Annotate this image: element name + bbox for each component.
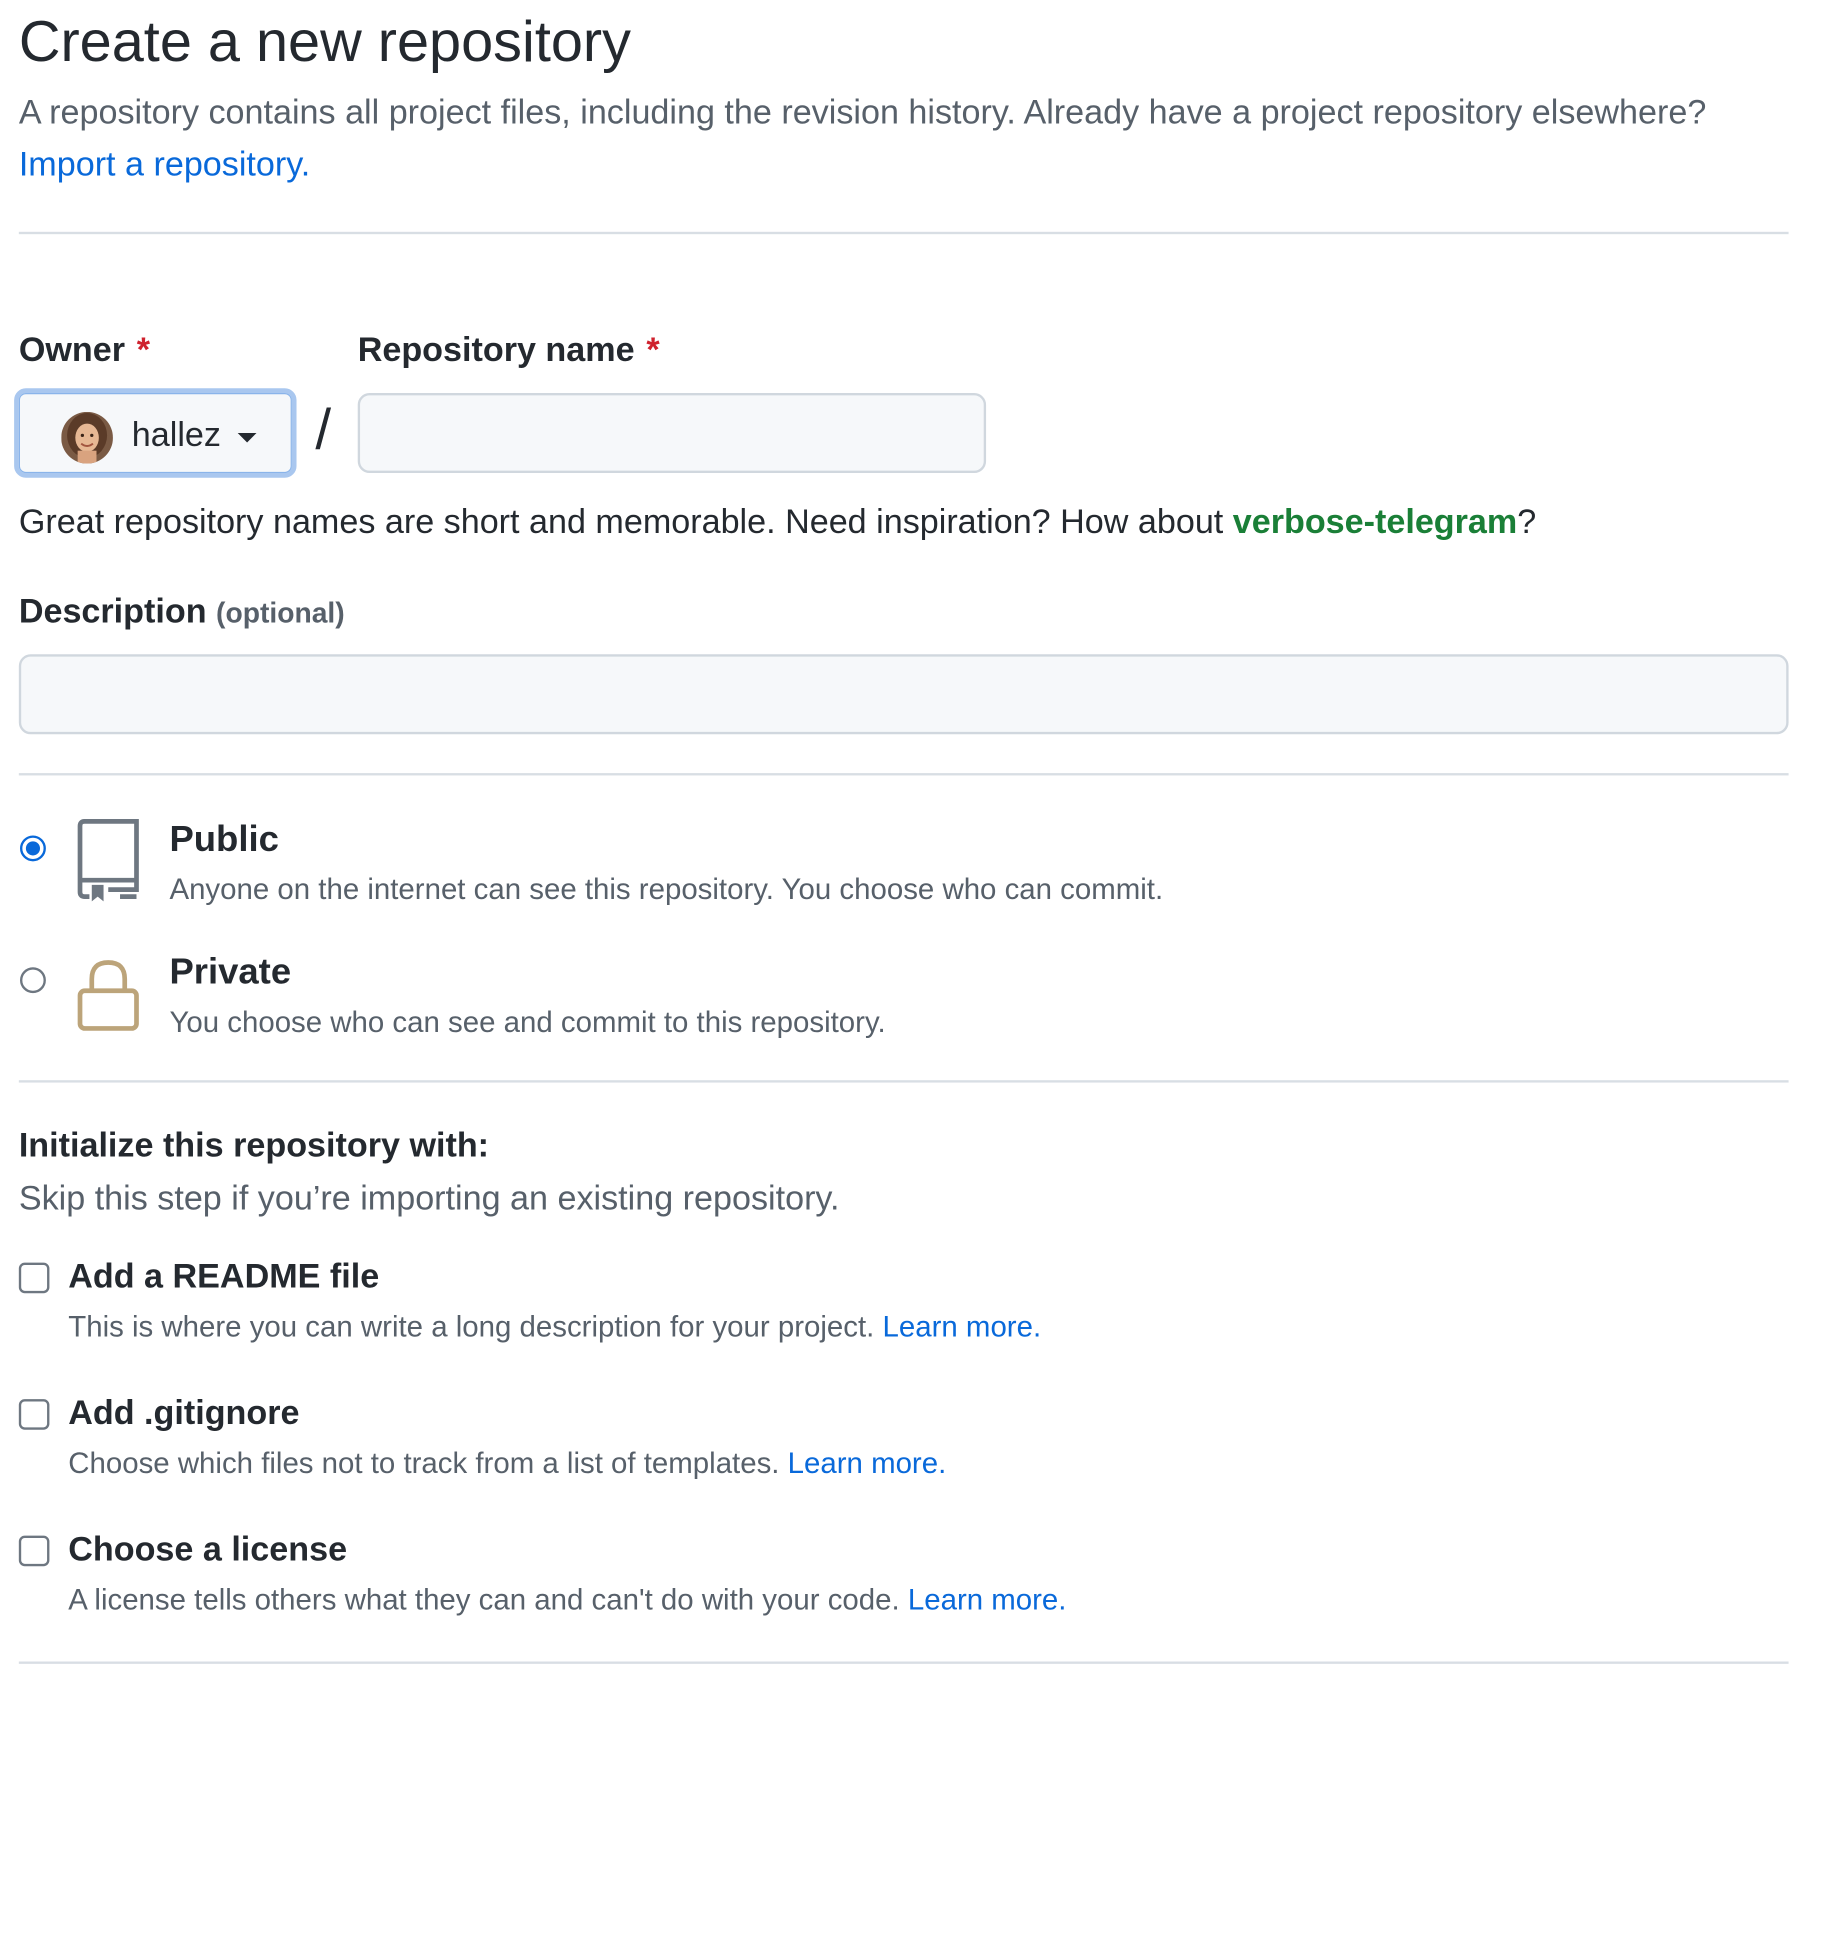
gitignore-description-line: Choose which files not to track from a l… — [68, 1445, 946, 1483]
divider — [18, 1080, 1789, 1083]
gitignore-checkbox[interactable] — [18, 1399, 50, 1430]
name-hint-suffix: ? — [1517, 503, 1537, 542]
private-radio[interactable] — [20, 967, 46, 994]
private-title: Private — [169, 950, 292, 992]
readme-description: This is where you can write a long descr… — [68, 1310, 875, 1344]
import-repository-link[interactable]: Import a repository. — [19, 144, 310, 186]
license-checkbox[interactable] — [18, 1535, 50, 1567]
name-suggestion-link[interactable]: verbose-telegram — [1233, 504, 1518, 542]
owner-select-button[interactable]: hallez — [14, 388, 297, 478]
gitignore-title: Add .gitignore — [68, 1394, 300, 1433]
lock-icon — [75, 958, 141, 1038]
chevron-down-icon — [237, 433, 257, 443]
owner-repo-separator: / — [315, 398, 332, 462]
initialize-subtitle: Skip this step if you’re importing an ex… — [18, 1180, 840, 1218]
repo-name-required-mark: * — [646, 331, 660, 370]
readme-description-line: This is where you can write a long descr… — [68, 1308, 1041, 1346]
page-title: Create a new repository — [18, 10, 631, 75]
license-description-line: A license tells others what they can and… — [68, 1581, 1066, 1619]
new-repository-page: Create a new repository A repository con… — [0, 0, 1834, 1958]
description-optional-note: (optional) — [216, 597, 345, 630]
license-description: A license tells others what they can and… — [68, 1583, 900, 1617]
name-hint: Great repository names are short and mem… — [19, 501, 1536, 543]
description-label-group: Description (optional) — [19, 591, 345, 636]
readme-learn-more-link[interactable]: Learn more. — [883, 1311, 1042, 1344]
readme-checkbox[interactable] — [18, 1262, 50, 1294]
repo-name-label-group: Repository name * — [358, 329, 660, 371]
repo-book-icon — [75, 818, 141, 902]
initialize-title: Initialize this repository with: — [18, 1127, 490, 1165]
user-avatar-icon — [61, 411, 113, 464]
private-description: You choose who can see and commit to thi… — [169, 1006, 886, 1040]
readme-title: Add a README file — [68, 1257, 380, 1296]
page-subtitle: A repository contains all project files,… — [18, 94, 1707, 132]
divider — [18, 231, 1789, 235]
name-hint-text: Great repository names are short and mem… — [18, 503, 1233, 542]
repo-name-label: Repository name — [357, 331, 635, 370]
public-radio[interactable] — [20, 835, 46, 862]
owner-label-group: Owner * — [19, 329, 150, 371]
public-title: Public — [169, 817, 279, 859]
gitignore-description: Choose which files not to track from a l… — [68, 1447, 780, 1481]
license-learn-more-link[interactable]: Learn more. — [908, 1584, 1067, 1617]
description-input[interactable] — [18, 654, 1789, 735]
license-title: Choose a license — [68, 1530, 348, 1569]
description-label: Description — [18, 593, 207, 631]
owner-name: hallez — [131, 416, 221, 455]
owner-required-mark: * — [136, 331, 151, 370]
public-description: Anyone on the internet can see this repo… — [169, 873, 1164, 907]
owner-label: Owner — [18, 331, 126, 370]
gitignore-learn-more-link[interactable]: Learn more. — [788, 1447, 947, 1480]
repository-name-input[interactable] — [357, 393, 987, 474]
divider — [18, 773, 1789, 776]
